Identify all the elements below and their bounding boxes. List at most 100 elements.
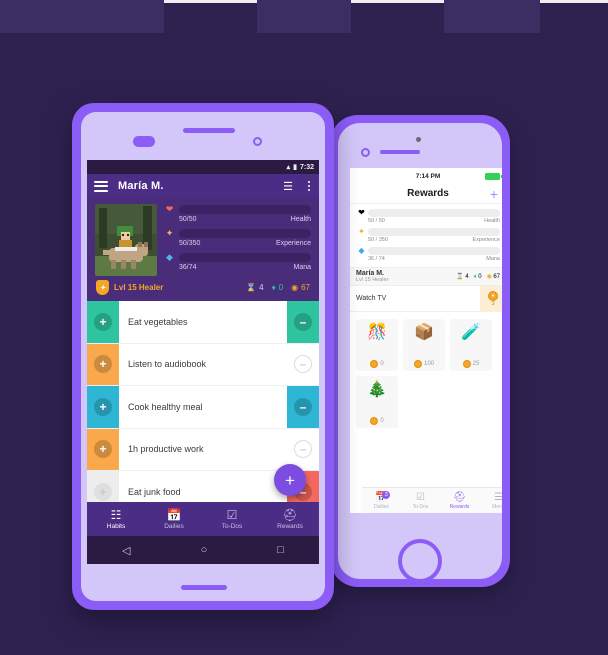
plus-icon: +	[94, 355, 112, 374]
stat-health: ❤	[164, 204, 311, 215]
minus-icon: –	[294, 397, 312, 416]
calendar-icon: 📅	[166, 508, 182, 522]
health-value: 50/50	[179, 216, 197, 223]
reward-chest-icon: 📦	[414, 324, 434, 341]
habit-minus-button[interactable]: –	[287, 386, 319, 428]
android-app-bar: María M. ☰	[87, 174, 319, 198]
habit-minus-button[interactable]: –	[287, 301, 319, 343]
mana-value: 36/74	[179, 264, 197, 271]
stat-health-labels: 50 / 50 Health	[368, 218, 500, 224]
reward-card[interactable]: 🧪 25	[450, 319, 492, 371]
gold-icon: ●	[488, 290, 498, 301]
experience-bar	[368, 227, 500, 236]
android-system-bar: ◁ ○ □	[87, 536, 319, 564]
habit-content: Listen to audiobook	[119, 343, 287, 385]
android-screen: ▴ ▮ 7:32 María M. ☰ ❤ 50/50 Health ✦ 50/…	[87, 160, 319, 564]
habit-label: Eat junk food	[128, 486, 181, 497]
minus-icon: –	[294, 440, 312, 459]
stat-experience-labels: 50 / 350 Experience	[368, 237, 500, 243]
stat-mana-labels: 36/74 Mana	[179, 264, 311, 271]
gold-value: 67	[493, 273, 500, 280]
reward-card[interactable]: 📦 100	[403, 319, 445, 371]
tab-todos-label: To-Dos	[221, 523, 243, 530]
habit-label: Cook healthy meal	[128, 401, 203, 412]
iphone-header: Rewards +	[350, 184, 502, 204]
tab-rewards-label: Rewards	[449, 503, 470, 510]
avatar[interactable]	[95, 204, 157, 276]
tab-habits-label: Habits	[106, 523, 126, 530]
android-profile-header: ❤ 50/50 Health ✦ 50/350 Experience ◆ 36/…	[87, 198, 319, 276]
stat-mana: ◆	[356, 246, 500, 255]
rewards-grid: 🎊 0 📦 100 🧪 25 🎄 0	[350, 312, 502, 435]
gold-icon	[370, 360, 379, 368]
habit-row[interactable]: + Listen to audiobook –	[87, 343, 319, 386]
tab-rewards[interactable]: ⛑ Rewards	[440, 492, 479, 510]
gold-icon: ◉	[486, 274, 492, 280]
habit-content: Cook healthy meal ♡	[119, 386, 287, 428]
gift-icon: ⛑	[453, 491, 466, 503]
habit-plus-button[interactable]: +	[87, 386, 119, 428]
back-button[interactable]: ◁	[122, 544, 130, 557]
tab-rewards[interactable]: ⛑ Rewards	[261, 508, 319, 530]
filter-icon[interactable]: ☰	[283, 180, 293, 193]
android-body: ▴ ▮ 7:32 María M. ☰ ❤ 50/50 Health ✦ 50/…	[81, 112, 325, 601]
currency-hourglass: ⌛ 4	[456, 273, 468, 281]
health-value: 50 / 50	[368, 218, 385, 224]
habit-plus-button[interactable]: +	[87, 343, 119, 385]
gem-value: 0	[278, 283, 284, 292]
plus-icon[interactable]: +	[490, 187, 498, 201]
plus-icon: +	[94, 397, 112, 416]
heart-icon: ❤	[358, 208, 365, 217]
reward-card[interactable]: 🎊 0	[356, 319, 398, 371]
bottom-speaker	[181, 585, 227, 590]
hourglass-icon: ⌛	[246, 283, 257, 292]
decor-block-2	[257, 0, 351, 33]
home-button[interactable]	[398, 539, 442, 579]
page-title: Rewards	[407, 188, 449, 199]
habit-content: 1h productive work	[119, 428, 287, 470]
habit-content: Eat vegetables	[119, 301, 287, 343]
recents-button[interactable]: □	[277, 544, 284, 556]
experience-label: Experience	[275, 240, 311, 247]
habit-label: Eat vegetables	[128, 316, 188, 327]
habit-row[interactable]: + Eat vegetables –	[87, 301, 319, 344]
habit-row[interactable]: + Cook healthy meal ♡ –	[87, 386, 319, 429]
health-label: Health	[484, 218, 500, 224]
tab-menu[interactable]: ☰ Menu	[479, 492, 502, 510]
user-info: María M. Lvl 15 Healer	[356, 270, 388, 283]
reward-price: 25	[462, 360, 480, 368]
habit-plus-button[interactable]: +	[87, 301, 119, 343]
currency-gold: ◉ 67	[291, 283, 310, 292]
tab-dailies[interactable]: 📅 Dailies	[145, 508, 203, 530]
experience-bar	[179, 229, 311, 238]
reward-task-row[interactable]: Watch TV ● 3	[350, 285, 502, 312]
reward-price-value: 25	[472, 361, 480, 367]
health-bar	[368, 208, 500, 217]
tab-dailies[interactable]: 3 📅 Dailies	[362, 490, 401, 510]
tab-todos[interactable]: ☑ To-Dos	[203, 508, 261, 530]
android-status-bar: ▴ ▮ 7:32	[87, 160, 319, 174]
level-badge: ✦ Lvl 15 Healer	[96, 280, 163, 295]
gem-icon: ♦	[271, 283, 276, 292]
home-button[interactable]: ○	[201, 544, 208, 556]
iphone-status-bar: 7:14 PM	[350, 168, 502, 184]
habit-minus-button[interactable]: –	[287, 343, 319, 385]
overflow-menu-icon[interactable]	[307, 180, 310, 192]
star-icon: ✦	[358, 227, 365, 236]
habit-plus-button[interactable]: +	[87, 428, 119, 470]
speaker-grille	[183, 128, 235, 133]
hamburger-icon[interactable]	[94, 180, 108, 192]
hourglass-icon: ⌛	[456, 274, 464, 280]
tab-habits[interactable]: ☷ Habits	[87, 508, 145, 530]
gold-value: 67	[301, 283, 310, 292]
avatar-art	[95, 204, 157, 276]
reward-task-cost[interactable]: ● 3	[480, 285, 502, 312]
gold-icon	[462, 360, 471, 368]
hourglass-value: 4	[259, 283, 264, 292]
minus-icon: –	[294, 355, 312, 374]
reward-card[interactable]: 🎄 0	[356, 376, 398, 428]
mana-label: Mana	[293, 264, 311, 271]
stat-mana: ◆	[164, 252, 311, 263]
add-task-fab[interactable]: +	[274, 464, 306, 496]
tab-todos[interactable]: ☑ To-Dos	[401, 492, 440, 510]
